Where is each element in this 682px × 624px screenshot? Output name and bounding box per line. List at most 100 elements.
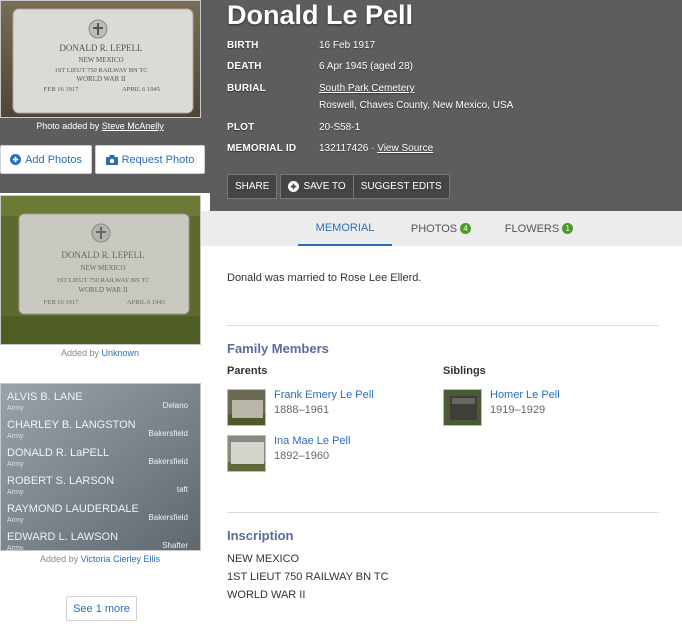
headstone2-text-state: NEW MEXICO	[80, 264, 125, 272]
wall-rank-6: Army	[7, 545, 24, 551]
tab-photos[interactable]: PHOTOS 4	[401, 211, 481, 246]
wall-place-4: taft	[177, 485, 189, 494]
photo-column: DONALD R. LEPELL NEW MEXICO 1ST LIEUT 75…	[0, 0, 210, 624]
plot-value: 20-S58-1	[319, 122, 361, 133]
wall-rank-2: Army	[7, 433, 24, 440]
memorial-tabs: MEMORIAL PHOTOS 4 FLOWERS 1	[201, 211, 682, 246]
memorial-wall-photo[interactable]: ALVIS B. LANE Army Delano CHARLEY B. LANGST…	[0, 383, 201, 551]
tab-flowers-label: FLOWERS	[504, 222, 560, 235]
save-suggest-group: SAVE TO SUGGEST EDITS	[280, 174, 450, 199]
family-member-name[interactable]: Frank Emery Le Pell	[274, 389, 374, 401]
death-label: DEATH	[227, 61, 262, 72]
family-member-card[interactable]: Frank Emery Le Pell 1888–1961	[227, 389, 374, 426]
birth-label: BIRTH	[227, 40, 259, 51]
burial-location: Roswell, Chaves County, New Mexico, USA	[319, 100, 514, 111]
family-member-photo[interactable]	[443, 389, 482, 426]
headstone-text-state: NEW MEXICO	[78, 56, 123, 64]
death-value: 6 Apr 1945 (aged 28)	[319, 61, 413, 72]
photo2-contributor-link[interactable]: Unknown	[102, 348, 140, 358]
wall-rank-4: Army	[7, 489, 24, 496]
plus-circle-icon	[288, 181, 300, 192]
family-member-info: Ina Mae Le Pell 1892–1960	[274, 435, 350, 472]
photo-contributor-link[interactable]: Steve McAnelly	[102, 121, 164, 131]
caption-prefix: Added by	[60, 348, 99, 358]
wall-rank-5: Army	[7, 517, 24, 524]
inscription-heading: Inscription	[227, 528, 294, 543]
photo3-caption: Added by Victoria Cierley Ellis	[0, 554, 200, 564]
plot-label: PLOT	[227, 122, 255, 133]
headstone-text-birth: FEB 16 1917	[44, 86, 79, 93]
tab-memorial[interactable]: MEMORIAL	[298, 211, 392, 246]
family-member-name[interactable]: Ina Mae Le Pell	[274, 435, 350, 447]
headstone-text-war: WORLD WAR II	[76, 75, 126, 83]
request-photo-label: Request Photo	[121, 153, 195, 166]
tab-flowers[interactable]: FLOWERS 1	[499, 211, 579, 246]
camera-icon	[105, 154, 118, 165]
birth-value: 16 Feb 1917	[319, 40, 376, 51]
headstone-photo-2[interactable]: DONALD R. LEPELL NEW MEXICO 1ST LIEUT 75…	[0, 195, 201, 345]
memorial-id-label: MEMORIAL ID	[227, 143, 297, 154]
burial-cemetery-link[interactable]: South Park Cemetery	[319, 83, 415, 94]
see-more-photos-button[interactable]: See 1 more	[66, 596, 137, 621]
memorial-id-wrap: 132117426 · View Source	[319, 143, 433, 154]
caption-prefix: Added by	[40, 554, 79, 564]
photos-count-badge: 4	[460, 223, 472, 234]
memorial-name: Donald Le Pell	[227, 0, 414, 30]
save-to-button[interactable]: SAVE TO	[280, 174, 353, 199]
headstone2-text-death: APRIL 6 1945	[127, 299, 165, 306]
wall-name-2: CHARLEY B. LANGSTON	[7, 419, 136, 431]
headstone-text-name: DONALD R. LEPELL	[59, 43, 142, 53]
add-photos-label: Add Photos	[25, 153, 82, 166]
see-more-label: See 1 more	[73, 602, 130, 615]
wall-place-3: Bakersfield	[148, 457, 188, 466]
main-headstone-photo[interactable]: DONALD R. LEPELL NEW MEXICO 1ST LIEUT 75…	[0, 0, 201, 118]
family-member-card[interactable]: Homer Le Pell 1919–1929	[443, 389, 560, 426]
inscription-line: WORLD WAR II	[227, 589, 306, 601]
tab-memorial-label: MEMORIAL	[315, 221, 375, 234]
family-member-dates: 1919–1929	[490, 404, 546, 416]
add-photos-button[interactable]: Add Photos	[0, 145, 92, 174]
inscription-line: 1ST LIEUT 750 RAILWAY BN TC	[227, 571, 389, 583]
request-photo-button[interactable]: Request Photo	[95, 145, 205, 174]
headstone2-text-name: DONALD R. LEPELL	[61, 250, 144, 260]
wall-place-5: Bakersfield	[148, 513, 188, 522]
family-member-photo[interactable]	[227, 389, 266, 426]
wall-name-4: ROBERT S. LARSON	[7, 475, 114, 487]
save-to-label: SAVE TO	[303, 181, 346, 192]
headstone2-text-rank: 1ST LIEUT 750 RAILWAY BN TC	[56, 277, 149, 284]
divider	[227, 512, 659, 513]
inscription-line: NEW MEXICO	[227, 553, 300, 565]
wall-rank-1: Army	[7, 405, 24, 412]
parents-heading: Parents	[227, 365, 268, 377]
suggest-edits-button[interactable]: SUGGEST EDITS	[352, 174, 450, 199]
memorial-header: Donald Le Pell BIRTH 16 Feb 1917 DEATH 6…	[210, 0, 682, 211]
caption-prefix: Photo added by	[36, 121, 100, 131]
share-button[interactable]: SHARE	[227, 174, 278, 199]
family-member-info: Homer Le Pell 1919–1929	[490, 389, 560, 426]
wall-place-1: Delano	[163, 401, 189, 410]
biography-text: Donald was married to Rose Lee Ellerd.	[227, 272, 422, 284]
wall-name-5: RAYMOND LAUDERDALE	[7, 503, 139, 515]
burial-cemetery-wrap: South Park Cemetery	[319, 83, 415, 94]
wall-name-1: ALVIS B. LANE	[7, 391, 83, 403]
family-member-photo[interactable]	[227, 435, 266, 472]
action-bar: SHARE SAVE TO SUGGEST EDITS	[227, 174, 450, 199]
wall-place-6: Shafter	[162, 541, 188, 550]
photo2-caption: Added by Unknown	[0, 348, 200, 358]
plus-circle-icon	[10, 154, 22, 165]
wall-name-6: EDWARD L. LAWSON	[7, 531, 118, 543]
memorial-id-value: 132117426 ·	[319, 143, 375, 154]
wall-name-3: DONALD R. LaPELL	[7, 447, 109, 459]
photo3-contributor-link[interactable]: Victoria Cierley Ellis	[81, 554, 160, 564]
family-member-name[interactable]: Homer Le Pell	[490, 389, 560, 401]
tab-photos-label: PHOTOS	[410, 222, 458, 235]
view-source-link[interactable]: View Source	[377, 143, 433, 154]
burial-label: BURIAL	[227, 83, 266, 94]
wall-rank-3: Army	[7, 461, 24, 468]
family-member-info: Frank Emery Le Pell 1888–1961	[274, 389, 374, 426]
family-member-card[interactable]: Ina Mae Le Pell 1892–1960	[227, 435, 350, 472]
headstone-text-death: APRIL 6 1945	[122, 86, 160, 93]
suggest-edits-label: SUGGEST EDITS	[360, 181, 442, 192]
headstone-text-rank: 1ST LIEUT 750 RAILWAY BN TC	[54, 67, 147, 74]
main-photo-caption: Photo added by Steve McAnelly	[0, 121, 200, 131]
